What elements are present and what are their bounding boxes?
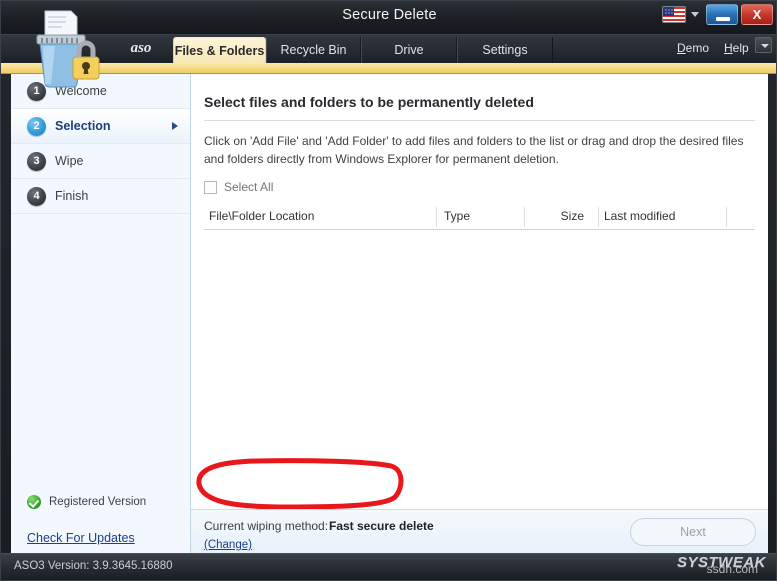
flag-canton — [663, 7, 674, 16]
select-all-checkbox[interactable] — [204, 181, 217, 194]
title-divider — [204, 120, 755, 121]
column-header-size[interactable]: Size — [504, 209, 584, 223]
window-controls: X — [662, 4, 773, 25]
step-badge: 4 — [27, 187, 46, 206]
help-rest: elp — [733, 41, 749, 55]
secure-delete-logo-icon — [15, 7, 107, 89]
status-bar: ASO3 Version: 3.9.3645.16880 — [1, 553, 777, 580]
tab-settings[interactable]: Settings — [457, 37, 553, 64]
registered-status: Registered Version — [11, 489, 191, 515]
help-link[interactable]: Help — [724, 41, 749, 55]
select-all-row[interactable]: Select All — [204, 180, 273, 194]
close-icon: X — [742, 5, 772, 24]
wiping-method-value: Fast secure delete — [329, 519, 434, 533]
help-menu-chevron-icon[interactable] — [755, 37, 772, 53]
tab-bar: aso Files & Folders Recycle Bin Drive Se… — [1, 34, 777, 63]
column-divider[interactable] — [726, 207, 727, 227]
demo-accel: D — [677, 41, 686, 55]
sidebar-item-selection[interactable]: 2 Selection — [11, 109, 190, 144]
application-window: Secure Delete X aso Files & Folders Recy… — [0, 0, 777, 581]
next-button: Next — [630, 518, 756, 546]
file-table-header: File\Folder Location Type Size Last modi… — [204, 204, 755, 230]
chevron-down-icon[interactable] — [691, 12, 699, 17]
step-badge: 3 — [27, 152, 46, 171]
chevron-right-icon — [172, 122, 178, 130]
help-accel: H — [724, 41, 733, 55]
tab-drive[interactable]: Drive — [361, 37, 457, 64]
wiping-method-label: Current wiping method: — [204, 519, 328, 533]
tab-recycle-bin[interactable]: Recycle Bin — [266, 37, 361, 64]
column-header-type[interactable]: Type — [444, 209, 470, 223]
aso-wordmark: aso — [111, 40, 171, 57]
demo-rest: emo — [686, 41, 709, 55]
column-header-location[interactable]: File\Folder Location — [209, 209, 314, 223]
sidebar-item-label: Finish — [55, 189, 88, 203]
registered-label: Registered Version — [49, 496, 146, 508]
sidebar: 1 Welcome 2 Selection 3 Wipe 4 Finish Re… — [11, 74, 191, 555]
sidebar-item-label: Wipe — [55, 154, 83, 168]
version-text: ASO3 Version: 3.9.3645.16880 — [14, 560, 173, 572]
page-title: Select files and folders to be permanent… — [204, 94, 534, 110]
sidebar-item-wipe[interactable]: 3 Wipe — [11, 144, 190, 179]
minimize-button[interactable] — [706, 4, 738, 25]
column-header-last-modified[interactable]: Last modified — [604, 209, 675, 223]
us-flag-icon[interactable] — [662, 6, 686, 23]
sidebar-item-label: Selection — [55, 119, 111, 133]
check-for-updates-link[interactable]: Check For Updates — [11, 531, 191, 545]
window-title: Secure Delete — [1, 7, 777, 23]
file-table-body[interactable] — [204, 230, 755, 455]
green-check-icon — [27, 495, 41, 509]
step-badge: 2 — [27, 117, 46, 136]
content-pane: Select files and folders to be permanent… — [191, 74, 768, 555]
sidebar-item-finish[interactable]: 4 Finish — [11, 179, 190, 214]
demo-link[interactable]: Demo — [677, 41, 709, 55]
title-bar: Secure Delete X — [1, 1, 777, 34]
gold-divider — [1, 63, 777, 74]
change-wiping-method-link[interactable]: (Change) — [204, 539, 252, 551]
footer-bar: Current wiping method: Fast secure delet… — [191, 509, 768, 555]
column-divider[interactable] — [436, 207, 437, 227]
page-description: Click on 'Add File' and 'Add Folder' to … — [204, 132, 756, 168]
close-button[interactable]: X — [741, 4, 773, 25]
sidebar-footer: Registered Version Check For Updates — [11, 489, 191, 545]
tab-files-and-folders[interactable]: Files & Folders — [173, 37, 266, 64]
select-all-label: Select All — [224, 180, 273, 194]
column-divider[interactable] — [598, 207, 599, 227]
